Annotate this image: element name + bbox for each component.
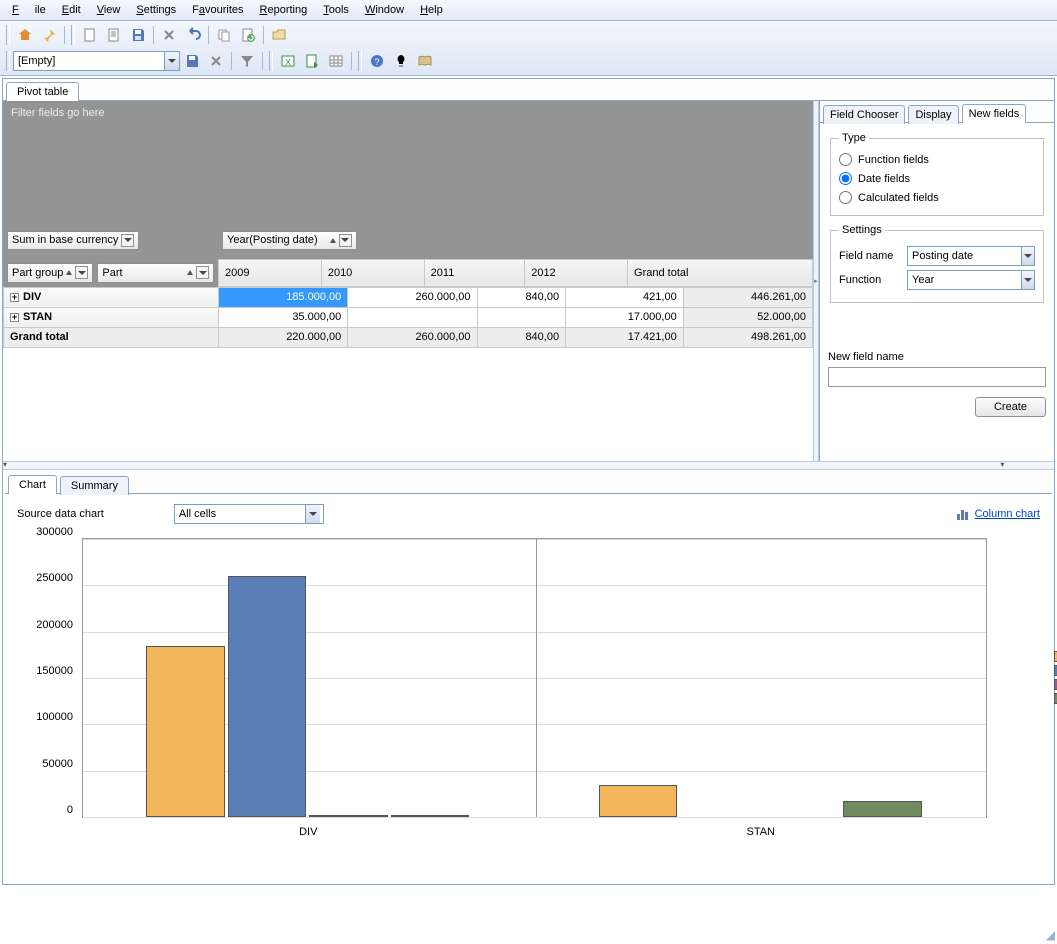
svg-text:?: ? [374, 57, 379, 67]
pivot-col-header[interactable]: 2009 [219, 259, 322, 286]
row-field-part[interactable]: Part [97, 263, 214, 283]
chart-bar [146, 646, 224, 817]
pivot-row-header[interactable]: +DIV [4, 287, 219, 307]
menu-reporting[interactable]: Reporting [252, 2, 316, 18]
chart-bar [599, 785, 677, 817]
pivot-grand-row: Grand total [4, 327, 219, 347]
type-group: Type Function fields Date fields Calcula… [830, 132, 1044, 216]
menu-settings[interactable]: Settings [128, 2, 184, 18]
tip-icon[interactable] [390, 50, 412, 72]
radio-calculated-fields[interactable] [839, 191, 852, 204]
export-excel-icon[interactable]: X [277, 50, 299, 72]
create-button[interactable]: Create [975, 397, 1046, 417]
data-field[interactable]: Sum in base currency [7, 231, 139, 250]
pivot-col-header[interactable]: Grand total [628, 259, 813, 286]
pivot-cell[interactable]: 52.000,00 [683, 307, 812, 327]
refresh-icon[interactable] [237, 24, 259, 46]
row-field-part-group[interactable]: Part group [7, 263, 93, 283]
radio-date-fields[interactable] [839, 172, 852, 185]
chart-legend: 2009 2010 2011 2012 [1054, 648, 1057, 706]
delete-icon[interactable] [158, 24, 180, 46]
splitter-horizontal[interactable]: ▾ ▾ [3, 461, 1054, 470]
menu-view[interactable]: View [89, 2, 129, 18]
chart-bar [228, 576, 306, 817]
menu-tools[interactable]: Tools [315, 2, 357, 18]
legend-item: 2010 [1054, 664, 1057, 676]
tab-summary[interactable]: Summary [60, 476, 129, 495]
delete-layout-icon[interactable] [205, 50, 227, 72]
tab-chart[interactable]: Chart [8, 475, 57, 494]
edit-icon[interactable] [103, 24, 125, 46]
pivot-col-header[interactable]: 2012 [525, 259, 628, 286]
pivot-grid[interactable]: +DIV185.000,00260.000,00840,00421,00446.… [3, 287, 813, 348]
pivot-col-header[interactable]: 2010 [321, 259, 424, 286]
pivot-cell[interactable]: 17.000,00 [566, 307, 684, 327]
tab-display[interactable]: Display [908, 105, 958, 124]
pin-icon[interactable] [38, 24, 60, 46]
source-data-label: Source data chart [17, 508, 104, 520]
menu-bar: File Edit View Settings Favourites Repor… [0, 0, 1057, 21]
chart-x-label: STAN [711, 826, 811, 838]
filter-icon[interactable] [236, 50, 258, 72]
pivot-cell[interactable]: 421,00 [566, 287, 684, 307]
resize-grip-icon[interactable]: ◢ [1046, 928, 1055, 942]
menu-favourites[interactable]: Favourites [184, 2, 251, 18]
newfieldname-input[interactable] [828, 367, 1046, 387]
chart-x-label: DIV [258, 826, 358, 838]
grid-icon[interactable] [325, 50, 347, 72]
chart-panel: Chart Summary Source data chart Column c… [5, 472, 1052, 882]
pivot-cell[interactable]: 840,00 [477, 287, 566, 307]
tab-field-chooser[interactable]: Field Chooser [823, 105, 905, 124]
workspace: Pivot table Filter fields go here Sum in… [2, 78, 1055, 885]
help-icon[interactable]: ? [366, 50, 388, 72]
copy-icon[interactable] [213, 24, 235, 46]
menu-help[interactable]: Help [412, 2, 451, 18]
chart-bar [309, 815, 387, 817]
chart-bar [843, 801, 921, 817]
save-layout-icon[interactable] [181, 50, 203, 72]
home-icon[interactable] [14, 24, 36, 46]
column-chart-icon [955, 506, 971, 522]
right-panel: Field Chooser Display New fields Type Fu… [819, 101, 1054, 461]
column-field-year[interactable]: Year(Posting date) [222, 231, 357, 250]
pivot-cell[interactable]: 446.261,00 [683, 287, 812, 307]
menu-edit[interactable]: Edit [54, 2, 89, 18]
legend-item: 2012 [1054, 692, 1057, 704]
pivot-cell[interactable] [348, 307, 477, 327]
tab-new-fields[interactable]: New fields [962, 104, 1027, 123]
type-label: Type [839, 132, 869, 144]
pivot-col-header[interactable]: 2011 [424, 259, 525, 286]
pivot-row-header[interactable]: +STAN [4, 307, 219, 327]
book-icon[interactable] [414, 50, 436, 72]
folder-icon[interactable] [268, 24, 290, 46]
legend-item: 2009 [1054, 650, 1057, 662]
fieldname-combo[interactable] [907, 246, 1035, 266]
source-data-combo[interactable] [174, 504, 324, 524]
filter-drop-area[interactable]: Filter fields go here [3, 101, 813, 227]
menu-window[interactable]: Window [357, 2, 412, 18]
pivot-cell[interactable]: 185.000,00 [219, 287, 348, 307]
tab-pivot-table[interactable]: Pivot table [6, 82, 79, 101]
pivot-cell[interactable]: 260.000,00 [348, 287, 477, 307]
svg-text:X: X [285, 58, 291, 67]
new-icon[interactable] [79, 24, 101, 46]
main-tabstrip: Pivot table [3, 79, 1054, 101]
function-combo[interactable] [907, 270, 1035, 290]
settings-group: Settings Field name Function [830, 224, 1044, 303]
pivot-cell[interactable] [477, 307, 566, 327]
toolbar-primary: X ? [0, 21, 1057, 76]
chart-bar [391, 815, 469, 817]
newfieldname-label: New field name [828, 351, 1046, 363]
chart-plot: 050000100000150000200000250000300000 200… [17, 538, 1040, 868]
export-sheet-icon[interactable] [301, 50, 323, 72]
menu-file[interactable]: File [4, 2, 54, 18]
column-chart-link[interactable]: Column chart [955, 506, 1040, 522]
undo-icon[interactable] [182, 24, 204, 46]
save-icon[interactable] [127, 24, 149, 46]
pivot-cell[interactable]: 35.000,00 [219, 307, 348, 327]
legend-item: 2011 [1054, 678, 1057, 690]
radio-function-fields[interactable] [839, 153, 852, 166]
layout-combo[interactable] [13, 51, 180, 71]
